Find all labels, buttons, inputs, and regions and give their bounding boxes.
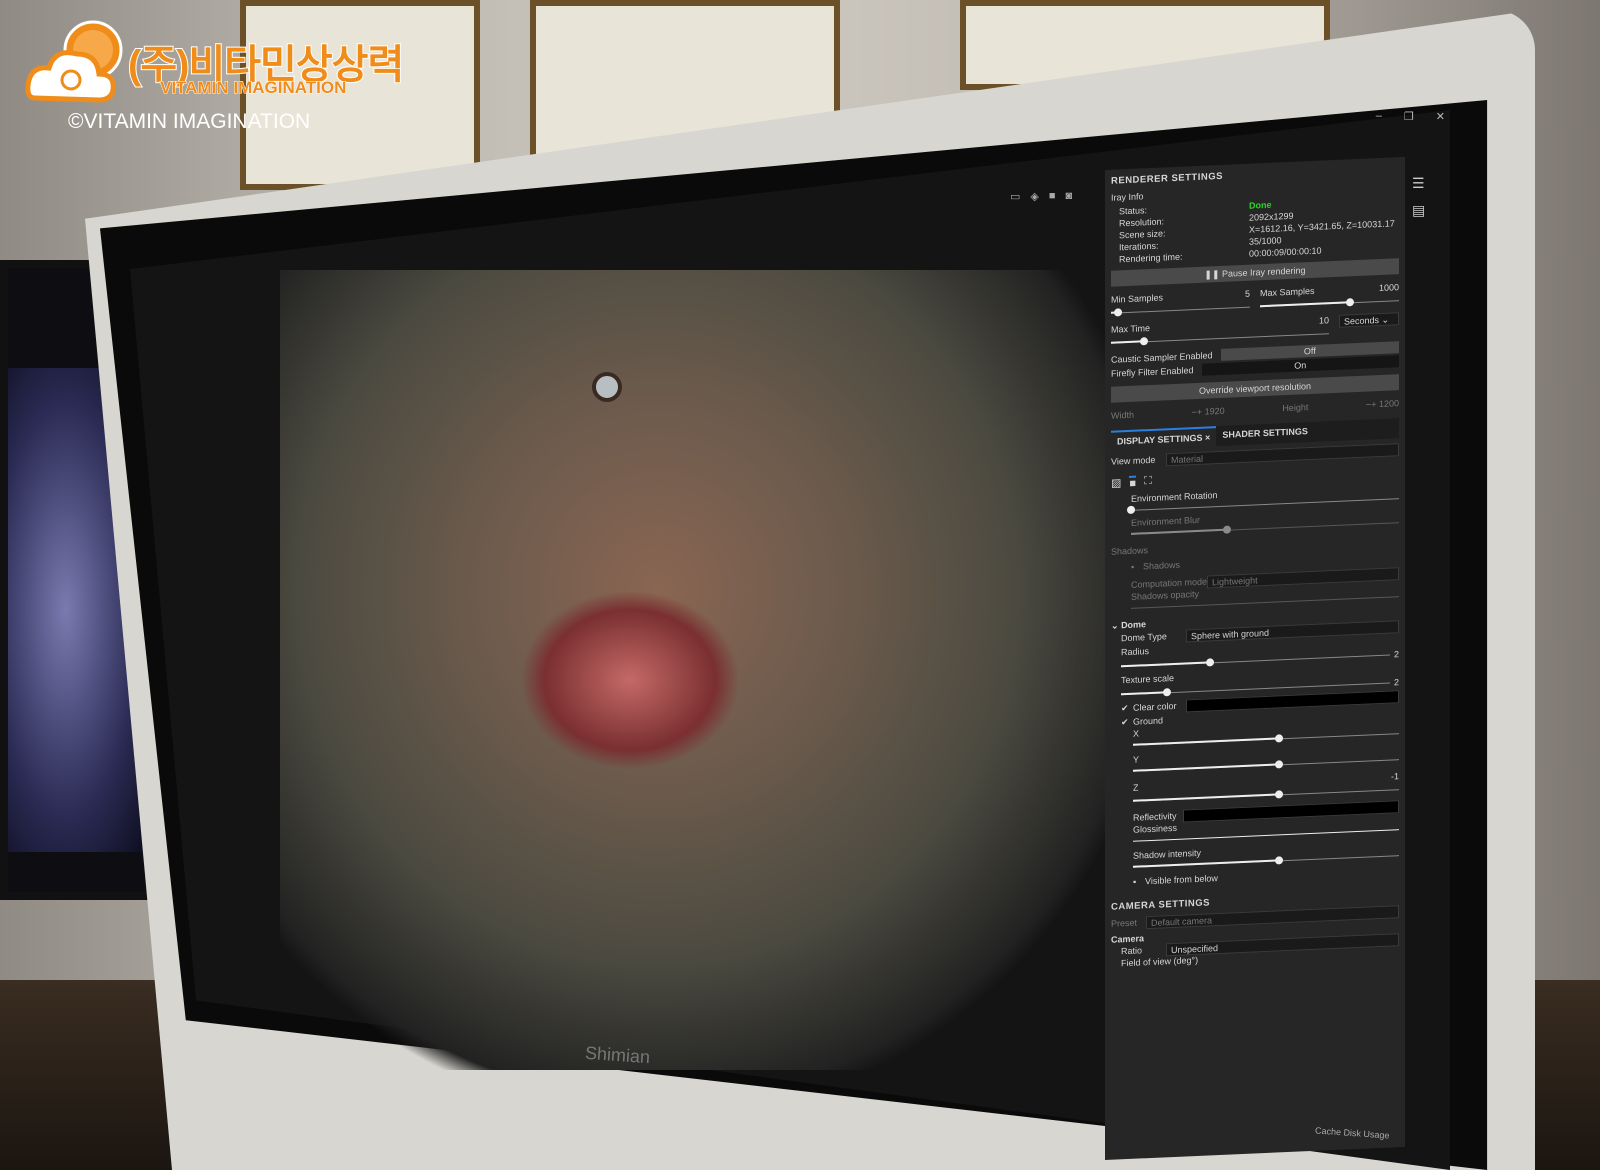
z-value: -1: [1390, 771, 1399, 782]
max-time-value: 10: [1318, 315, 1329, 326]
chevron-down-icon[interactable]: ⌄: [1111, 620, 1119, 630]
min-samples-value: 5: [1244, 288, 1250, 299]
settings-panel: RENDERER SETTINGS Iray Info Status: Done …: [1105, 156, 1405, 1160]
cube-icon[interactable]: ◈: [1030, 190, 1038, 203]
z-label: Z: [1133, 782, 1139, 793]
clear-color-label: Clear color: [1133, 700, 1177, 713]
trex-mouth: [520, 590, 740, 770]
min-samples-label: Min Samples: [1111, 292, 1164, 305]
visible-below-label: Visible from below: [1145, 873, 1218, 887]
radius-label: Radius: [1121, 646, 1150, 658]
shadows-checkbox[interactable]: ▪: [1131, 561, 1143, 572]
viewport-toolbar: ▭ ◈ ■ ◙: [1010, 190, 1072, 203]
panel-icon[interactable]: ▤: [1412, 202, 1442, 219]
window-controls: – ❐ ✕: [1330, 110, 1445, 130]
iray-info: Status: Done Resolution: 2092x1299 Scene s…: [1111, 194, 1399, 265]
trex-eye: [592, 372, 622, 402]
height-stepper[interactable]: −+ 1200: [1366, 398, 1399, 409]
max-time-label: Max Time: [1111, 323, 1151, 335]
monitor-brand: Shimian: [584, 1042, 651, 1068]
time-unit-value: Seconds: [1344, 315, 1380, 327]
close-tab-icon[interactable]: ×: [1205, 432, 1210, 442]
watermark-copyright: ©VITAMIN IMAGINATION: [68, 110, 311, 133]
height-value: 1200: [1378, 398, 1399, 410]
ground-label: Ground: [1133, 714, 1164, 727]
video-camera-icon[interactable]: ■: [1129, 475, 1137, 490]
time-unit-select[interactable]: Seconds ⌄: [1339, 312, 1399, 328]
clear-color-checkbox[interactable]: ✔: [1121, 702, 1133, 714]
max-samples-label: Max Samples: [1260, 285, 1315, 299]
dome-type-label: Dome Type: [1121, 631, 1167, 644]
reflectivity-label: Reflectivity: [1133, 810, 1177, 823]
width-label: Width: [1111, 409, 1135, 421]
list-icon[interactable]: ☰: [1412, 175, 1442, 192]
visible-below-checkbox[interactable]: ▪: [1133, 876, 1145, 887]
texture-scale-label: Texture scale: [1121, 672, 1175, 686]
watermark-logo: (주)비타민상상력 VITAMIN IMAGINATION ©VITAMIN I…: [25, 18, 425, 138]
preset-label: Preset: [1111, 917, 1138, 929]
minimize-icon[interactable]: –: [1376, 110, 1382, 130]
computation-mode-label: Computation mode: [1131, 576, 1208, 590]
pause-label: Pause Iray rendering: [1222, 265, 1306, 279]
ratio-label: Ratio: [1121, 945, 1143, 957]
tab-display-settings[interactable]: DISPLAY SETTINGS ×: [1111, 426, 1217, 451]
video-camera-icon[interactable]: ■: [1049, 190, 1056, 203]
width-stepper[interactable]: −+ 1920: [1192, 406, 1225, 417]
side-toolbar: ☰ ▤: [1412, 175, 1442, 219]
firefly-label: Firefly Filter Enabled: [1111, 365, 1194, 379]
view-mode-label: View mode: [1111, 454, 1156, 467]
ground-checkbox[interactable]: ✔: [1121, 716, 1133, 728]
height-label: Height: [1282, 402, 1309, 414]
close-icon[interactable]: ✕: [1436, 110, 1445, 130]
tab-shader-settings[interactable]: SHADER SETTINGS: [1216, 422, 1314, 446]
watermark-english: VITAMIN IMAGINATION: [159, 78, 347, 98]
select-icon[interactable]: ▭: [1010, 190, 1020, 203]
camera-icon[interactable]: ◙: [1066, 190, 1073, 203]
width-value: 1920: [1204, 405, 1225, 417]
texture-scale-value: 2: [1393, 677, 1399, 688]
dome-section: Dome: [1121, 619, 1147, 631]
image-icon[interactable]: ▨: [1111, 476, 1121, 490]
radius-value: 2: [1393, 649, 1399, 660]
restore-icon[interactable]: ❐: [1404, 110, 1414, 130]
frame-icon[interactable]: ⛶: [1144, 475, 1152, 489]
tab-label: DISPLAY SETTINGS: [1117, 432, 1203, 447]
orange-cloud-bulb-icon: [25, 20, 123, 103]
shadows-label: Shadows: [1143, 559, 1181, 572]
max-samples-value: 1000: [1378, 282, 1399, 294]
